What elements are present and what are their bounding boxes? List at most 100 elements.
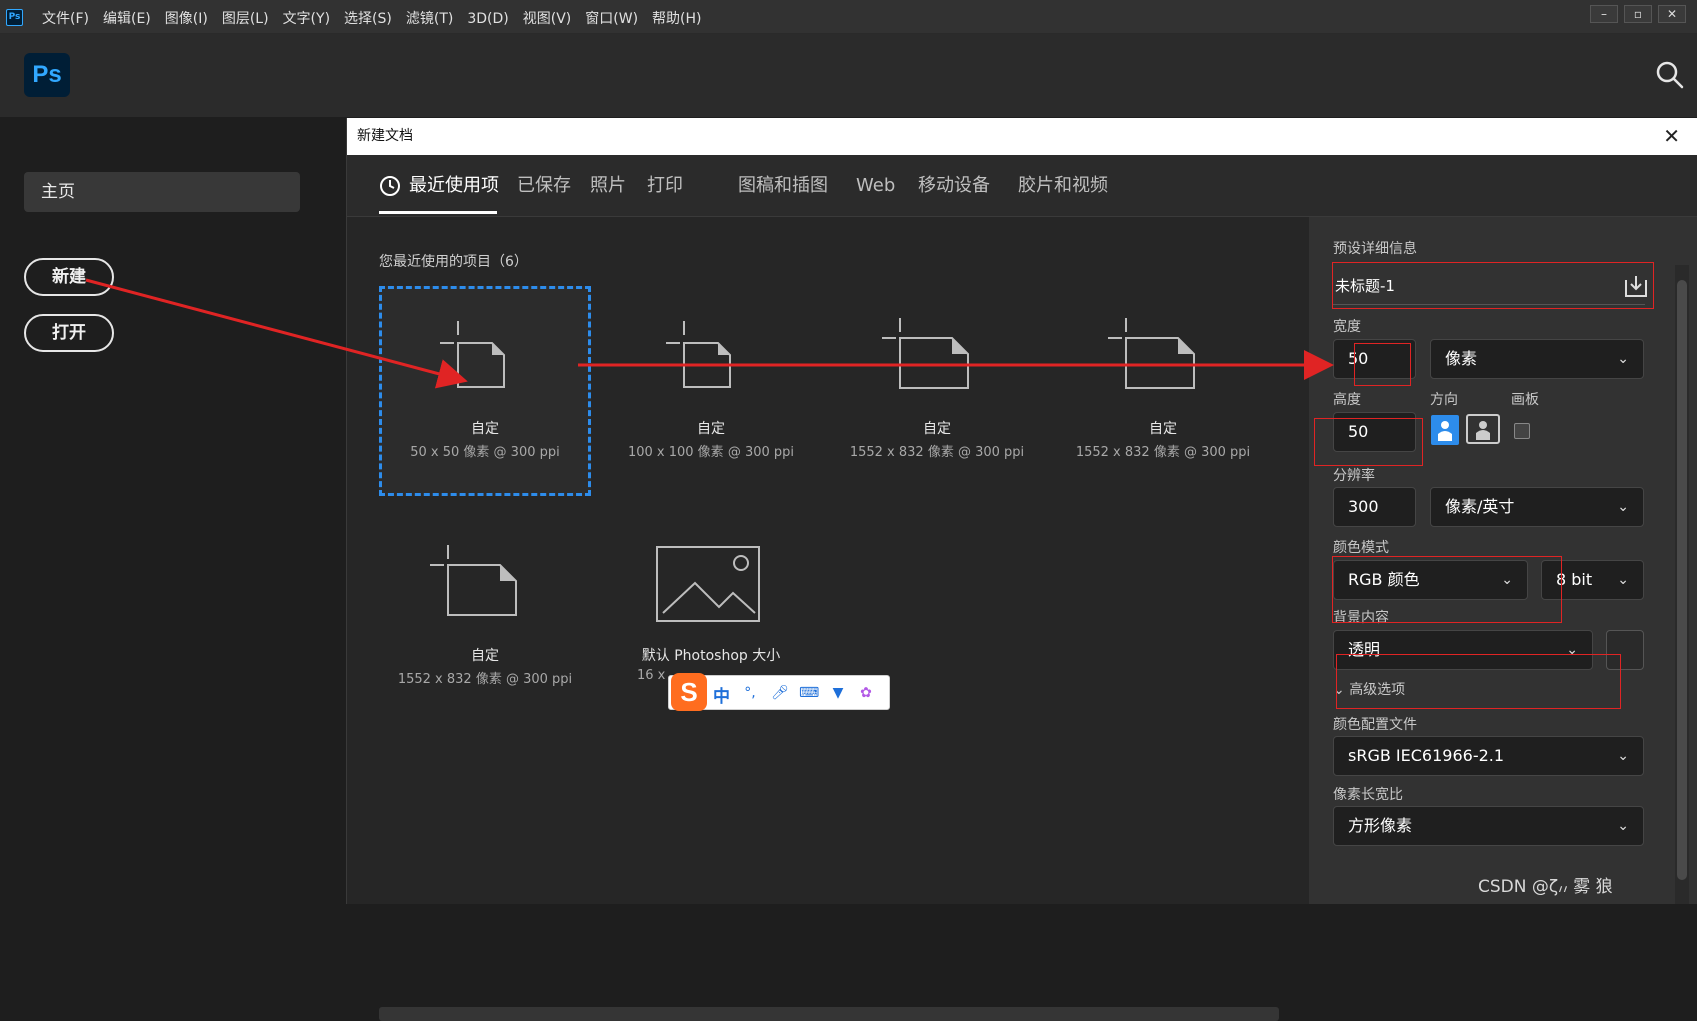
- landscape-orientation-icon[interactable]: [1466, 414, 1500, 444]
- scrollbar-thumb[interactable]: [1677, 280, 1687, 880]
- color-profile-value: sRGB IEC61966-2.1: [1348, 746, 1505, 765]
- dialog-title: 新建文档: [357, 128, 413, 144]
- menu-filter[interactable]: 滤镜(T): [406, 0, 453, 34]
- ime-toolbar: S 中 °, 🎤︎ ⌨ ▼ ✿: [668, 673, 890, 711]
- menu-edit[interactable]: 编辑(E): [103, 0, 151, 34]
- ime-mode-toggle[interactable]: 中: [713, 682, 730, 707]
- artboard-checkbox[interactable]: [1514, 423, 1530, 439]
- tab-photo[interactable]: 照片: [590, 155, 626, 217]
- photoshop-logo: Ps: [24, 53, 70, 97]
- orientation-label: 方向: [1430, 392, 1458, 408]
- tab-mobile[interactable]: 移动设备: [918, 155, 990, 217]
- maximize-button[interactable]: ▫: [1624, 5, 1652, 23]
- preset-tile[interactable]: 自定 1552 x 832 像素 @ 300 ppi: [379, 513, 591, 723]
- preset-size: 1552 x 832 像素 @ 300 ppi: [397, 672, 573, 687]
- menu-file[interactable]: 文件(F): [42, 0, 89, 34]
- menu-3d[interactable]: 3D(D): [467, 0, 508, 34]
- keyboard-icon[interactable]: ⌨: [799, 684, 819, 702]
- color-mode-value: RGB 颜色: [1348, 570, 1420, 589]
- color-profile-select[interactable]: sRGB IEC61966-2.1 ⌄: [1333, 736, 1644, 776]
- width-unit-value: 像素: [1445, 349, 1478, 368]
- new-document-dialog: 新建文档 ✕ 最近使用项 已保存 照片 打印 图稿和插图 Web 移动设备 胶片…: [346, 118, 1697, 1021]
- advanced-options-toggle[interactable]: ⌄ 高级选项: [1333, 679, 1405, 699]
- width-input[interactable]: 50: [1333, 339, 1416, 379]
- menu-image[interactable]: 图像(I): [165, 0, 208, 34]
- width-label: 宽度: [1333, 319, 1361, 335]
- minimize-button[interactable]: –: [1590, 5, 1618, 23]
- open-button[interactable]: 打开: [24, 314, 114, 352]
- resolution-label: 分辨率: [1333, 468, 1375, 484]
- app-header: Ps: [0, 34, 1697, 117]
- window-close-button[interactable]: ✕: [1658, 5, 1686, 23]
- chevron-down-icon: ⌄: [1501, 572, 1513, 588]
- background-label: 背景内容: [1333, 610, 1389, 626]
- background-color-swatch[interactable]: [1606, 630, 1644, 670]
- tab-web[interactable]: Web: [856, 155, 895, 217]
- recent-items-title: 您最近使用的项目（6）: [379, 254, 528, 270]
- resolution-unit-value: 像素/英寸: [1445, 497, 1515, 516]
- menu-layer[interactable]: 图层(L): [222, 0, 269, 34]
- menu-bar: Ps 文件(F) 编辑(E) 图像(I) 图层(L) 文字(Y) 选择(S) 滤…: [0, 0, 1697, 34]
- preset-size: 50 x 50 像素 @ 300 ppi: [410, 445, 560, 460]
- new-button[interactable]: 新建: [24, 258, 114, 296]
- preset-details-panel: 预设详细信息 未标题-1 宽度 50 像素 ⌄ 高度 方向 画板 50 分辨率 …: [1309, 217, 1697, 904]
- preset-name: 自定: [697, 421, 725, 437]
- pixel-aspect-label: 像素长宽比: [1333, 787, 1403, 803]
- ime-punctuation-toggle[interactable]: °,: [741, 684, 759, 702]
- dialog-close-icon[interactable]: ✕: [1663, 118, 1680, 155]
- search-icon[interactable]: [1655, 60, 1685, 90]
- preset-category-tabs: 最近使用项 已保存 照片 打印 图稿和插图 Web 移动设备 胶片和视频: [347, 155, 1697, 217]
- menu-type[interactable]: 文字(Y): [283, 0, 330, 34]
- sogou-logo-icon[interactable]: S: [671, 673, 707, 711]
- chevron-down-icon: ⌄: [1617, 351, 1629, 367]
- vertical-scrollbar[interactable]: [1675, 265, 1689, 904]
- document-icon: [440, 321, 505, 388]
- document-name-input[interactable]: 未标题-1: [1333, 267, 1645, 305]
- tab-saved[interactable]: 已保存: [517, 155, 571, 217]
- resolution-unit-select[interactable]: 像素/英寸 ⌄: [1430, 487, 1644, 527]
- clock-icon: [380, 176, 400, 196]
- tab-art-illustration[interactable]: 图稿和插图: [738, 155, 828, 217]
- background-value: 透明: [1348, 640, 1381, 659]
- chevron-down-icon: ⌄: [1617, 818, 1629, 834]
- color-profile-label: 颜色配置文件: [1333, 717, 1417, 733]
- menu-help[interactable]: 帮助(H): [652, 0, 701, 34]
- color-mode-label: 颜色模式: [1333, 540, 1389, 556]
- preset-size: 1552 x 832 像素 @ 300 ppi: [849, 445, 1025, 460]
- resolution-input[interactable]: 300: [1333, 487, 1416, 527]
- photoshop-app-icon: Ps: [6, 9, 23, 26]
- preset-name: 自定: [471, 421, 499, 437]
- tab-film-video[interactable]: 胶片和视频: [1018, 155, 1108, 217]
- color-mode-select[interactable]: RGB 颜色 ⌄: [1333, 560, 1528, 600]
- preset-tile[interactable]: 自定 1552 x 832 像素 @ 300 ppi: [831, 286, 1043, 496]
- preset-details-title: 预设详细信息: [1333, 241, 1417, 257]
- chevron-down-icon: ⌄: [1617, 499, 1629, 515]
- portrait-orientation-icon[interactable]: [1430, 414, 1460, 446]
- skin-shirt-icon[interactable]: ▼: [829, 684, 847, 702]
- image-icon: [656, 546, 760, 622]
- background-select[interactable]: 透明 ⌄: [1333, 630, 1593, 670]
- menu-view[interactable]: 视图(V): [523, 0, 572, 34]
- watermark: CSDN @ζ៸៸ 雾 狼: [1478, 877, 1613, 897]
- document-icon: [1108, 318, 1195, 389]
- width-unit-select[interactable]: 像素 ⌄: [1430, 339, 1644, 379]
- preset-size: 1552 x 832 像素 @ 300 ppi: [1075, 445, 1251, 460]
- horizontal-scrollbar[interactable]: [379, 1007, 1279, 1021]
- pixel-aspect-select[interactable]: 方形像素 ⌄: [1333, 806, 1644, 846]
- active-tab-underline: [379, 211, 497, 214]
- microphone-icon[interactable]: 🎤︎: [771, 684, 789, 702]
- home-tab[interactable]: 主页: [24, 172, 300, 212]
- document-icon: [882, 318, 969, 389]
- tab-print[interactable]: 打印: [647, 155, 683, 217]
- preset-name: 自定: [923, 421, 951, 437]
- preset-tile[interactable]: 自定 1552 x 832 像素 @ 300 ppi: [1057, 286, 1269, 496]
- tab-recent[interactable]: 最近使用项: [409, 155, 499, 217]
- save-preset-icon[interactable]: [1623, 274, 1649, 298]
- height-input[interactable]: 50: [1333, 412, 1416, 452]
- menu-window[interactable]: 窗口(W): [585, 0, 638, 34]
- menu-select[interactable]: 选择(S): [344, 0, 392, 34]
- preset-tile[interactable]: 自定 100 x 100 像素 @ 300 ppi: [605, 286, 817, 496]
- preset-tile[interactable]: 自定 50 x 50 像素 @ 300 ppi: [379, 286, 591, 496]
- bit-depth-select[interactable]: 8 bit ⌄: [1541, 560, 1644, 600]
- toolbox-grid-icon[interactable]: ✿: [857, 684, 875, 702]
